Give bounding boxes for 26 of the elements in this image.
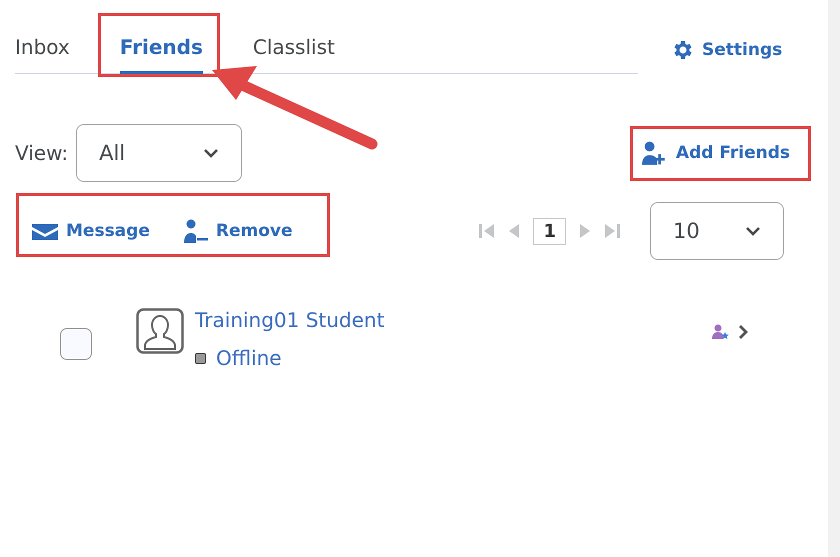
- remove-person-icon: [184, 218, 208, 244]
- add-person-icon: [642, 140, 668, 166]
- status-icon: [195, 352, 206, 364]
- status-text: Offline: [216, 346, 282, 370]
- add-friends-link[interactable]: Add Friends: [642, 140, 790, 166]
- chevron-down-icon: [203, 148, 220, 158]
- view-label: View:: [15, 141, 68, 165]
- tab[interactable]: Inbox: [15, 35, 70, 74]
- message-link[interactable]: Message: [32, 221, 150, 241]
- page-size-dropdown[interactable]: 10: [650, 202, 784, 260]
- view-dropdown[interactable]: All: [76, 124, 242, 182]
- tab[interactable]: Classlist: [252, 35, 335, 74]
- chevron-right-icon[interactable]: [738, 324, 748, 340]
- friend-name-link[interactable]: Training01 Student: [195, 308, 384, 332]
- chevron-down-icon: [745, 226, 761, 236]
- checkbox[interactable]: [60, 328, 92, 360]
- remove-link[interactable]: Remove: [184, 218, 292, 244]
- tab[interactable]: Friends: [120, 35, 203, 74]
- previous-page-icon[interactable]: [509, 224, 520, 238]
- page-number: 1: [533, 218, 566, 244]
- avatar-icon: [136, 308, 184, 354]
- person-star-icon[interactable]: [712, 324, 730, 340]
- settings-link[interactable]: Settings: [670, 38, 782, 62]
- next-page-icon[interactable]: [580, 224, 590, 238]
- first-page-icon[interactable]: [479, 224, 496, 238]
- envelope-icon: [32, 221, 58, 241]
